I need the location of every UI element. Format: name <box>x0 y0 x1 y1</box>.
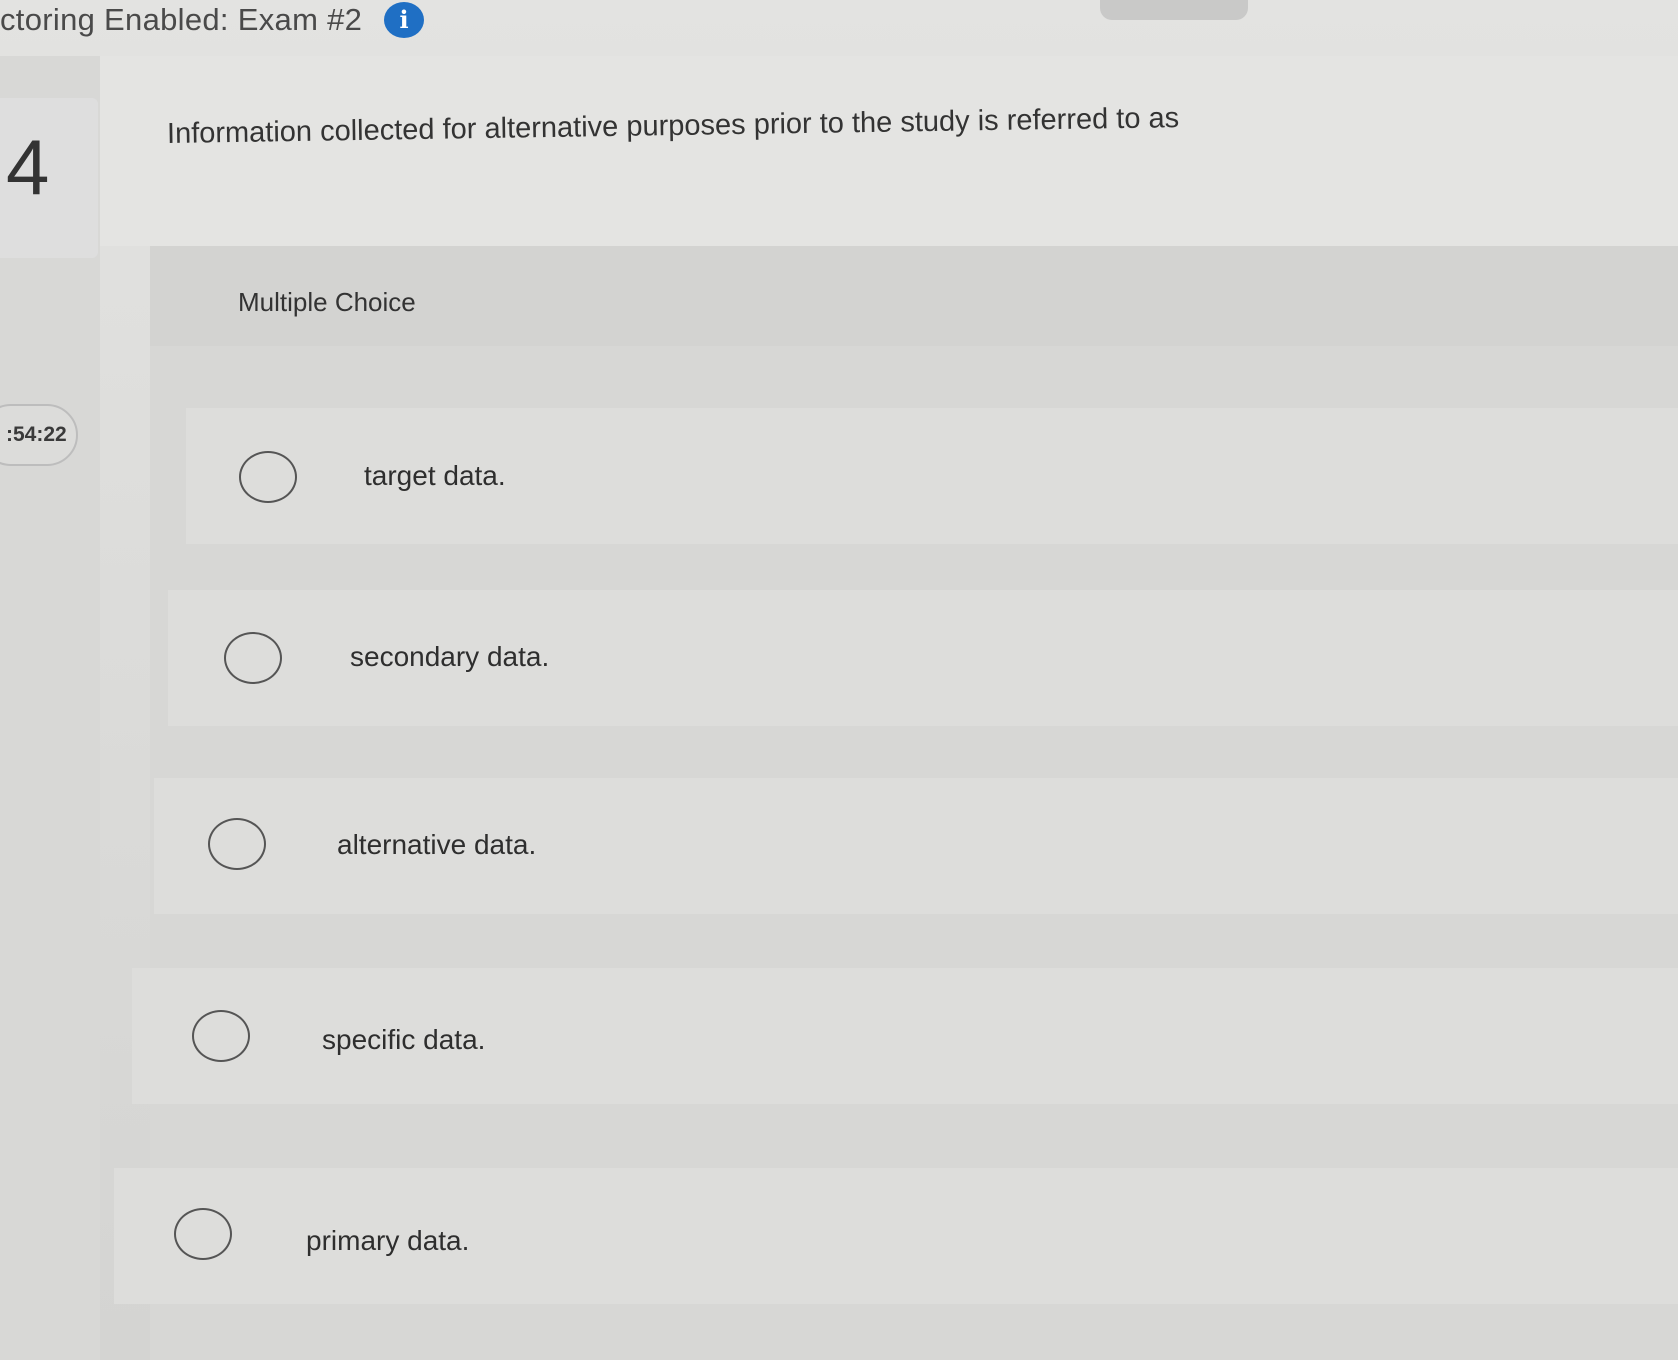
answer-option-label[interactable]: alternative data. <box>337 829 536 861</box>
question-area <box>100 56 1678 246</box>
exam-title: ctoring Enabled: Exam #2 <box>0 2 363 37</box>
radio-button[interactable] <box>239 451 297 503</box>
question-type-label: Multiple Choice <box>238 287 416 317</box>
answer-option-label[interactable]: specific data. <box>322 1024 485 1056</box>
answer-option-label[interactable]: target data. <box>364 460 506 492</box>
info-icon[interactable]: i <box>384 2 424 38</box>
answer-option-label[interactable]: secondary data. <box>350 641 549 673</box>
answer-option-label[interactable]: primary data. <box>306 1225 469 1257</box>
question-number: 4 <box>6 123 50 211</box>
radio-button[interactable] <box>208 818 266 870</box>
radio-button[interactable] <box>174 1208 232 1260</box>
timer-badge: :54:22 <box>0 404 78 466</box>
timer-text: :54:22 <box>6 423 67 446</box>
radio-button[interactable] <box>224 632 282 684</box>
radio-button[interactable] <box>192 1010 250 1062</box>
exam-page: ctoring Enabled: Exam #2 i 4 :54:22 Info… <box>0 0 1678 1360</box>
top-bar: ctoring Enabled: Exam #2 i <box>0 0 1678 56</box>
save-status-pill <box>1100 0 1248 20</box>
